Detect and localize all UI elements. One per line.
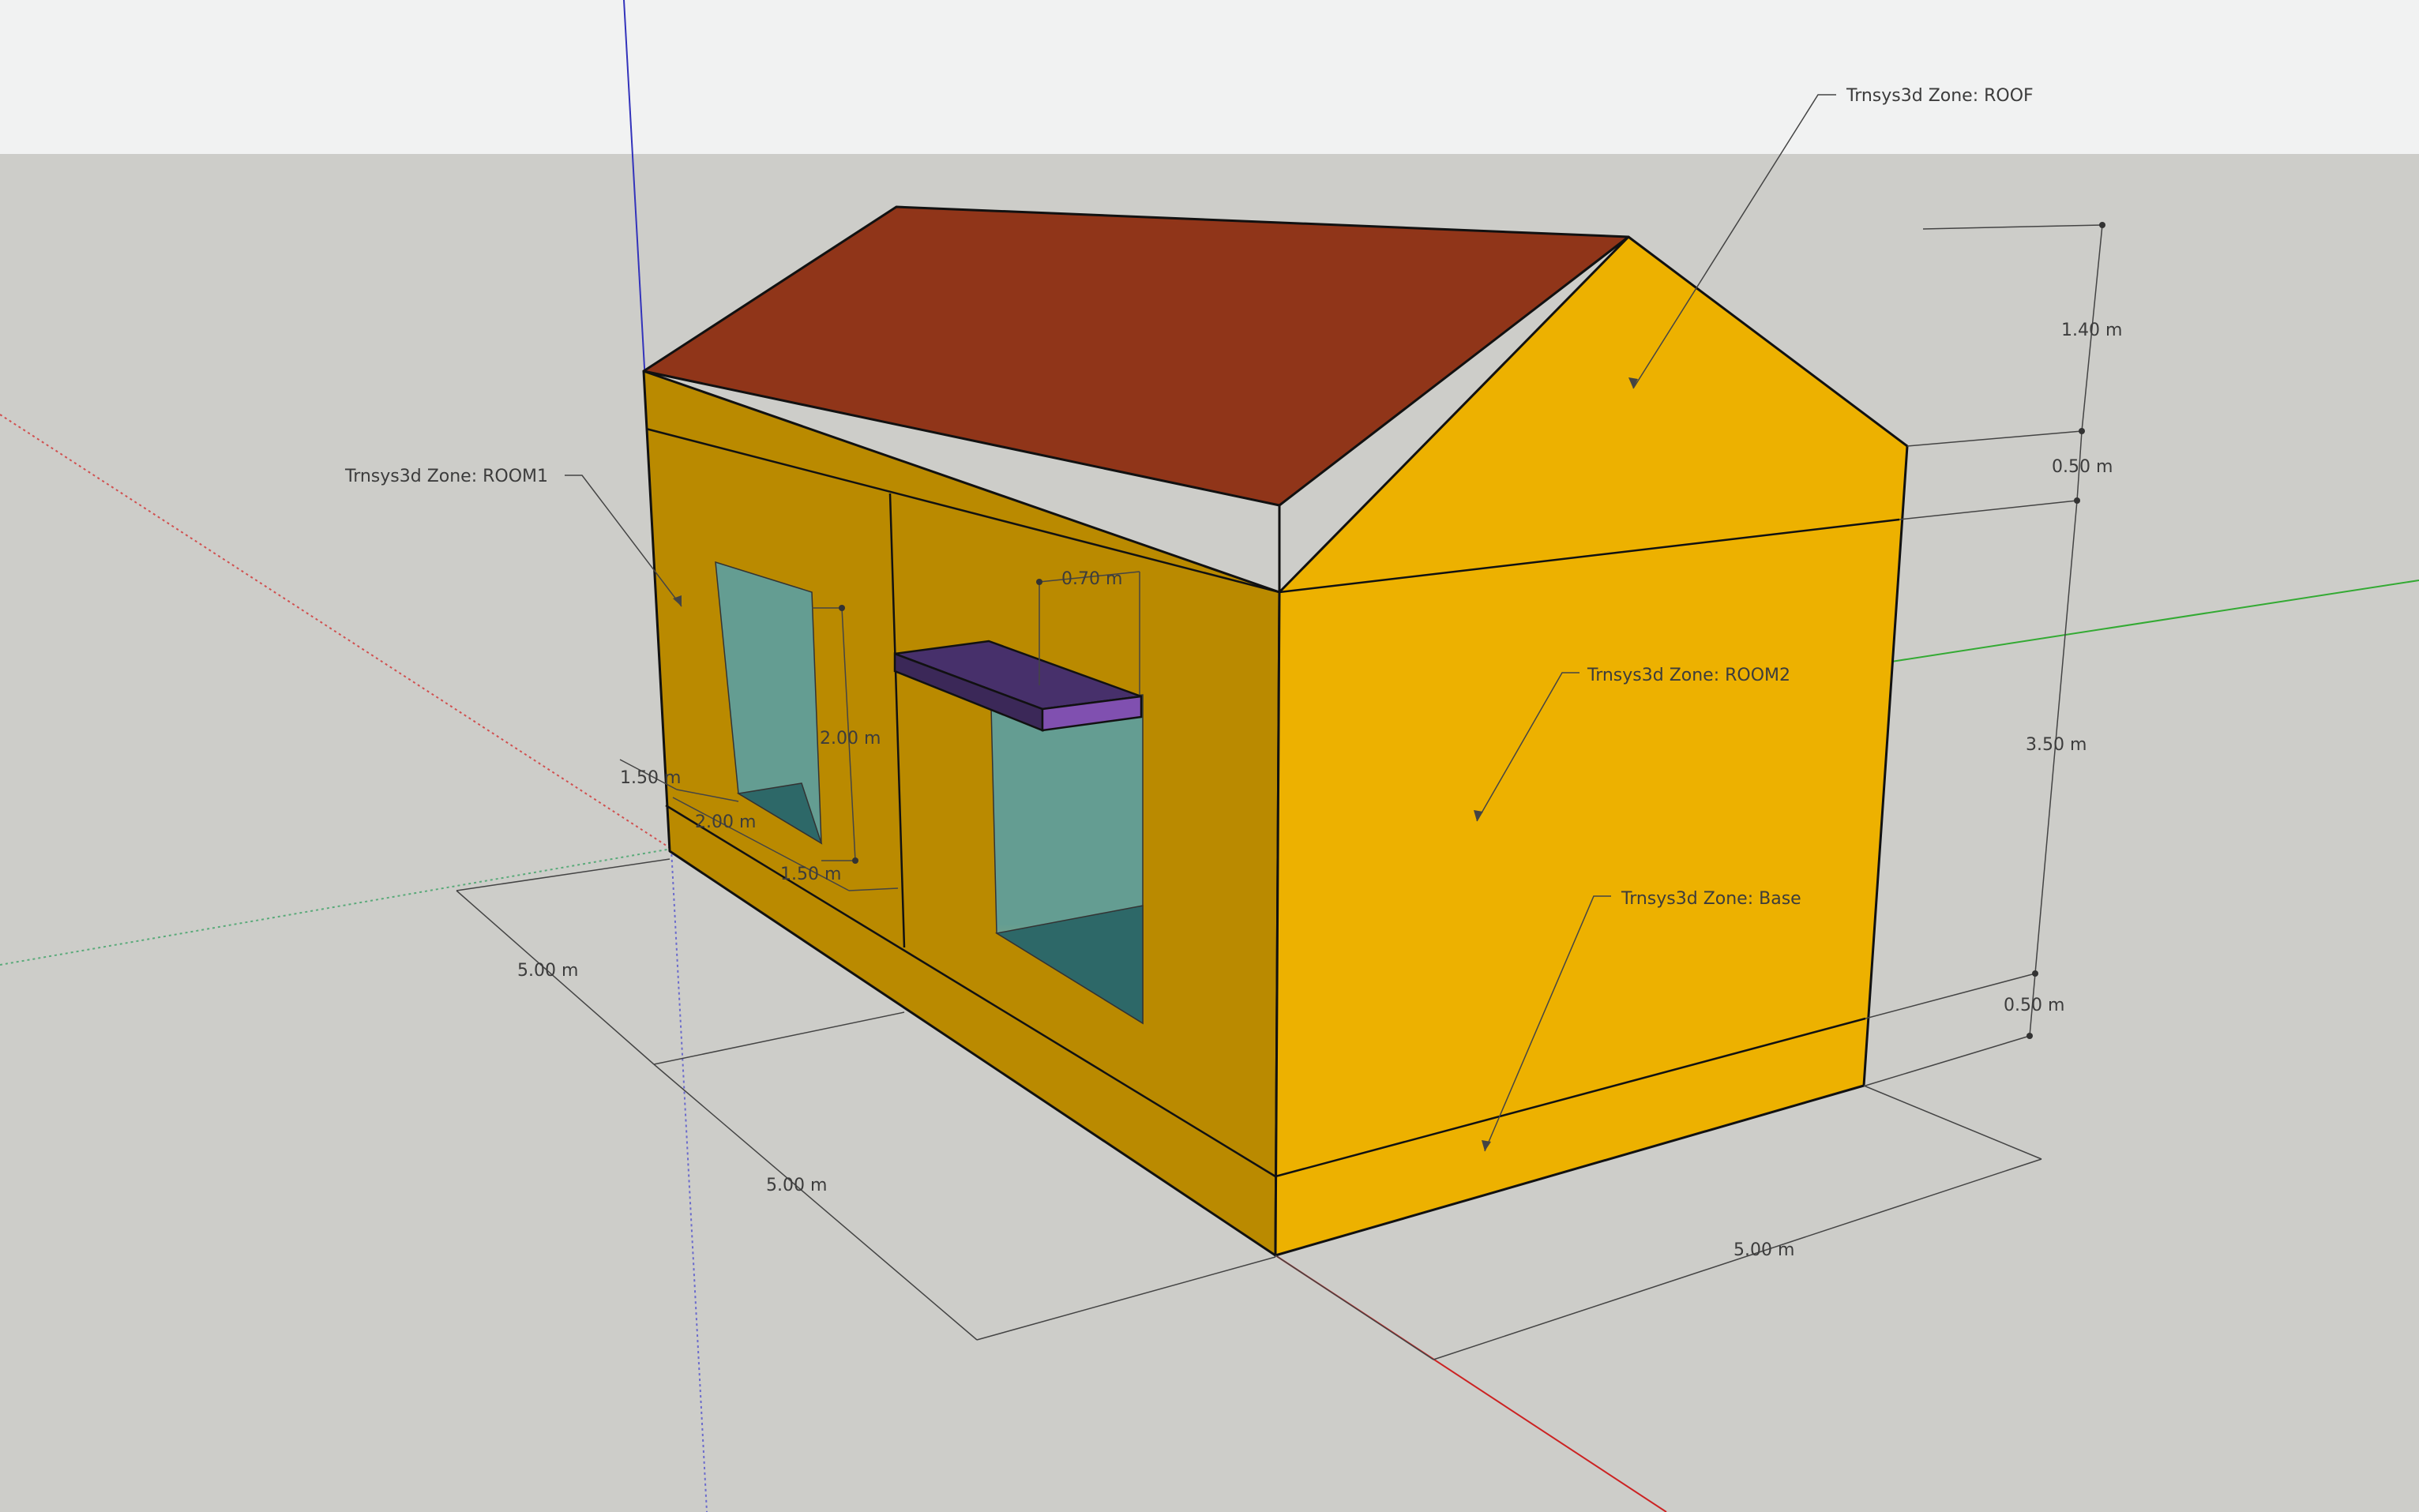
dim-length-left-1: 5.00 m xyxy=(517,961,578,981)
zone-label-base[interactable]: Trnsys3d Zone: Base xyxy=(1621,889,1801,909)
dim-depth-right: 5.00 m xyxy=(1733,1240,1794,1260)
zone-label-roof[interactable]: Trnsys3d Zone: ROOF xyxy=(1846,86,2034,106)
3d-viewport[interactable]: Trnsys3d Zone: ROOF Trnsys3d Zone: ROOM1… xyxy=(0,0,2419,1512)
dim-roof-height: 1.40 m xyxy=(2061,321,2122,340)
dim-window-offset-left: 1.50 m xyxy=(620,768,681,788)
dim-base-height: 0.50 m xyxy=(2004,996,2064,1015)
dim-length-left-2: 5.00 m xyxy=(766,1176,827,1195)
dim-window-offset-right: 1.50 m xyxy=(780,865,841,884)
dim-eave-band: 0.50 m xyxy=(2052,457,2113,477)
zone-label-room1[interactable]: Trnsys3d Zone: ROOM1 xyxy=(344,467,548,486)
dim-wall-height: 3.50 m xyxy=(2026,735,2087,755)
dim-window-height: 2.00 m xyxy=(820,729,881,748)
dim-shade-depth: 0.70 m xyxy=(1061,569,1122,589)
sky xyxy=(0,0,2419,154)
dim-window-width: 2.00 m xyxy=(695,812,756,832)
zone-label-room2[interactable]: Trnsys3d Zone: ROOM2 xyxy=(1587,666,1790,685)
